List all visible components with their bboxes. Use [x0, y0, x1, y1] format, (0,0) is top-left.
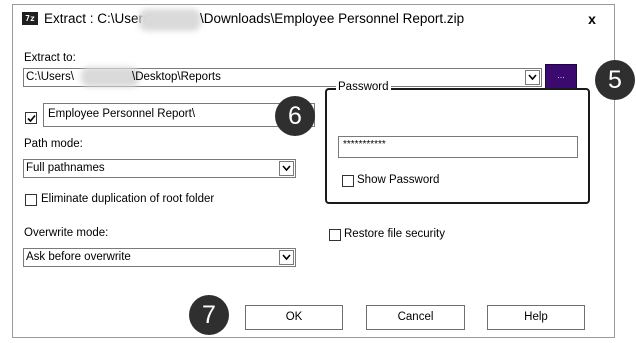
7zip-app-icon: 7z — [22, 12, 38, 25]
title-prefix: Extract : C:\Users\ — [44, 11, 154, 26]
password-field[interactable]: *********** — [338, 136, 578, 158]
chevron-down-icon[interactable] — [279, 161, 294, 176]
folder-name-value: Employee Personnel Report\ — [48, 108, 196, 120]
close-button[interactable]: x — [570, 6, 614, 33]
redacted-username — [81, 67, 139, 87]
title-suffix: \Downloads\Employee Personnel Report.zip — [200, 11, 465, 26]
folder-checkbox[interactable] — [25, 112, 37, 124]
redacted-username — [139, 9, 201, 31]
chevron-down-icon[interactable] — [279, 250, 294, 265]
extract-to-label: Extract to: — [24, 52, 76, 64]
password-masked-value: *********** — [343, 139, 386, 150]
extract-path-prefix: C:\Users\ — [26, 71, 74, 83]
path-mode-value: Full pathnames — [26, 162, 105, 174]
show-password-label: Show Password — [357, 174, 440, 186]
path-mode-label: Path mode: — [24, 138, 83, 150]
eliminate-duplication-label: Eliminate duplication of root folder — [41, 193, 215, 205]
cancel-button[interactable]: Cancel — [366, 305, 465, 330]
ok-button[interactable]: OK — [245, 305, 343, 330]
password-legend: Password — [336, 81, 391, 93]
show-password-checkbox[interactable] — [342, 175, 354, 187]
chevron-down-icon[interactable] — [525, 70, 540, 85]
overwrite-mode-value: Ask before overwrite — [26, 251, 131, 263]
restore-security-checkbox[interactable] — [329, 229, 341, 241]
restore-security-label: Restore file security — [344, 228, 445, 240]
callout-badge-6: 6 — [275, 96, 315, 136]
title-bar: 7z Extract : C:\Users\ \Downloads\Employ… — [13, 5, 614, 34]
overwrite-mode-select[interactable]: Ask before overwrite — [23, 248, 296, 267]
callout-badge-5: 5 — [595, 60, 635, 100]
help-button[interactable]: Help — [487, 305, 585, 330]
browse-button[interactable]: ... — [545, 64, 577, 90]
callout-badge-7: 7 — [189, 295, 229, 335]
eliminate-duplication-checkbox[interactable] — [25, 194, 37, 206]
overwrite-mode-label: Overwrite mode: — [24, 227, 109, 239]
path-mode-select[interactable]: Full pathnames — [23, 159, 296, 178]
extract-to-combobox[interactable]: C:\Users\ \Desktop\Reports — [23, 67, 542, 87]
extract-path-suffix: \Desktop\Reports — [132, 71, 221, 83]
